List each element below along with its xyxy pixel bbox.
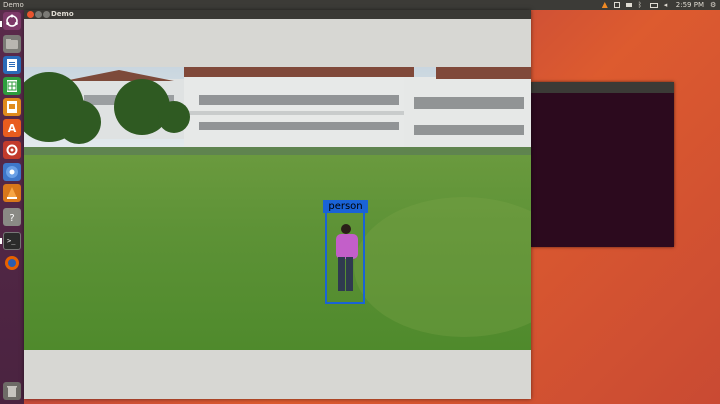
vlc-icon[interactable] — [3, 184, 21, 202]
battery-icon[interactable] — [649, 2, 658, 8]
svg-text:>_: >_ — [7, 237, 16, 245]
software-center-icon[interactable]: A — [3, 119, 21, 137]
video-frame: person — [24, 67, 531, 350]
chromium-icon[interactable] — [3, 163, 21, 181]
active-app-name: Demo — [3, 1, 24, 9]
unknown-app-icon[interactable]: ? — [3, 208, 21, 226]
window-title: Demo — [51, 10, 74, 18]
terminal-titlebar[interactable] — [531, 82, 674, 93]
gear-icon[interactable]: ⚙ — [710, 2, 716, 9]
writer-icon[interactable] — [3, 56, 21, 74]
bluetooth-icon[interactable]: ᛒ — [638, 2, 644, 9]
settings-icon[interactable] — [3, 141, 21, 159]
minimize-button[interactable] — [35, 11, 42, 18]
trash-icon[interactable] — [3, 382, 21, 400]
impress-icon[interactable] — [3, 98, 21, 116]
terminal-icon[interactable]: >_ — [3, 232, 21, 250]
top-panel: Demo ᛒ ◂ 2:59 PM ⚙ — [0, 0, 720, 10]
volume-icon[interactable]: ◂ — [664, 2, 670, 9]
svg-text:?: ? — [9, 213, 14, 224]
clock[interactable]: 2:59 PM — [676, 0, 704, 10]
vlc-icon[interactable] — [601, 2, 608, 8]
launcher: A ? >_ — [0, 10, 24, 404]
demo-window: Demo person — [24, 10, 531, 399]
detection-bounding-box — [325, 209, 365, 304]
maximize-button[interactable] — [43, 11, 50, 18]
keyboard-icon[interactable] — [625, 3, 632, 7]
firefox-icon[interactable] — [3, 254, 21, 272]
ubuntu-dash-icon[interactable] — [3, 12, 21, 30]
network-icon[interactable] — [613, 2, 620, 8]
close-button[interactable] — [27, 11, 34, 18]
terminal-window[interactable] — [531, 82, 674, 247]
calc-icon[interactable] — [3, 77, 21, 95]
detection-label: person — [323, 200, 368, 213]
window-titlebar[interactable]: Demo — [24, 10, 531, 19]
files-icon[interactable] — [3, 35, 21, 53]
system-tray: ᛒ ◂ 2:59 PM ⚙ — [601, 0, 716, 10]
svg-text:A: A — [8, 122, 17, 135]
